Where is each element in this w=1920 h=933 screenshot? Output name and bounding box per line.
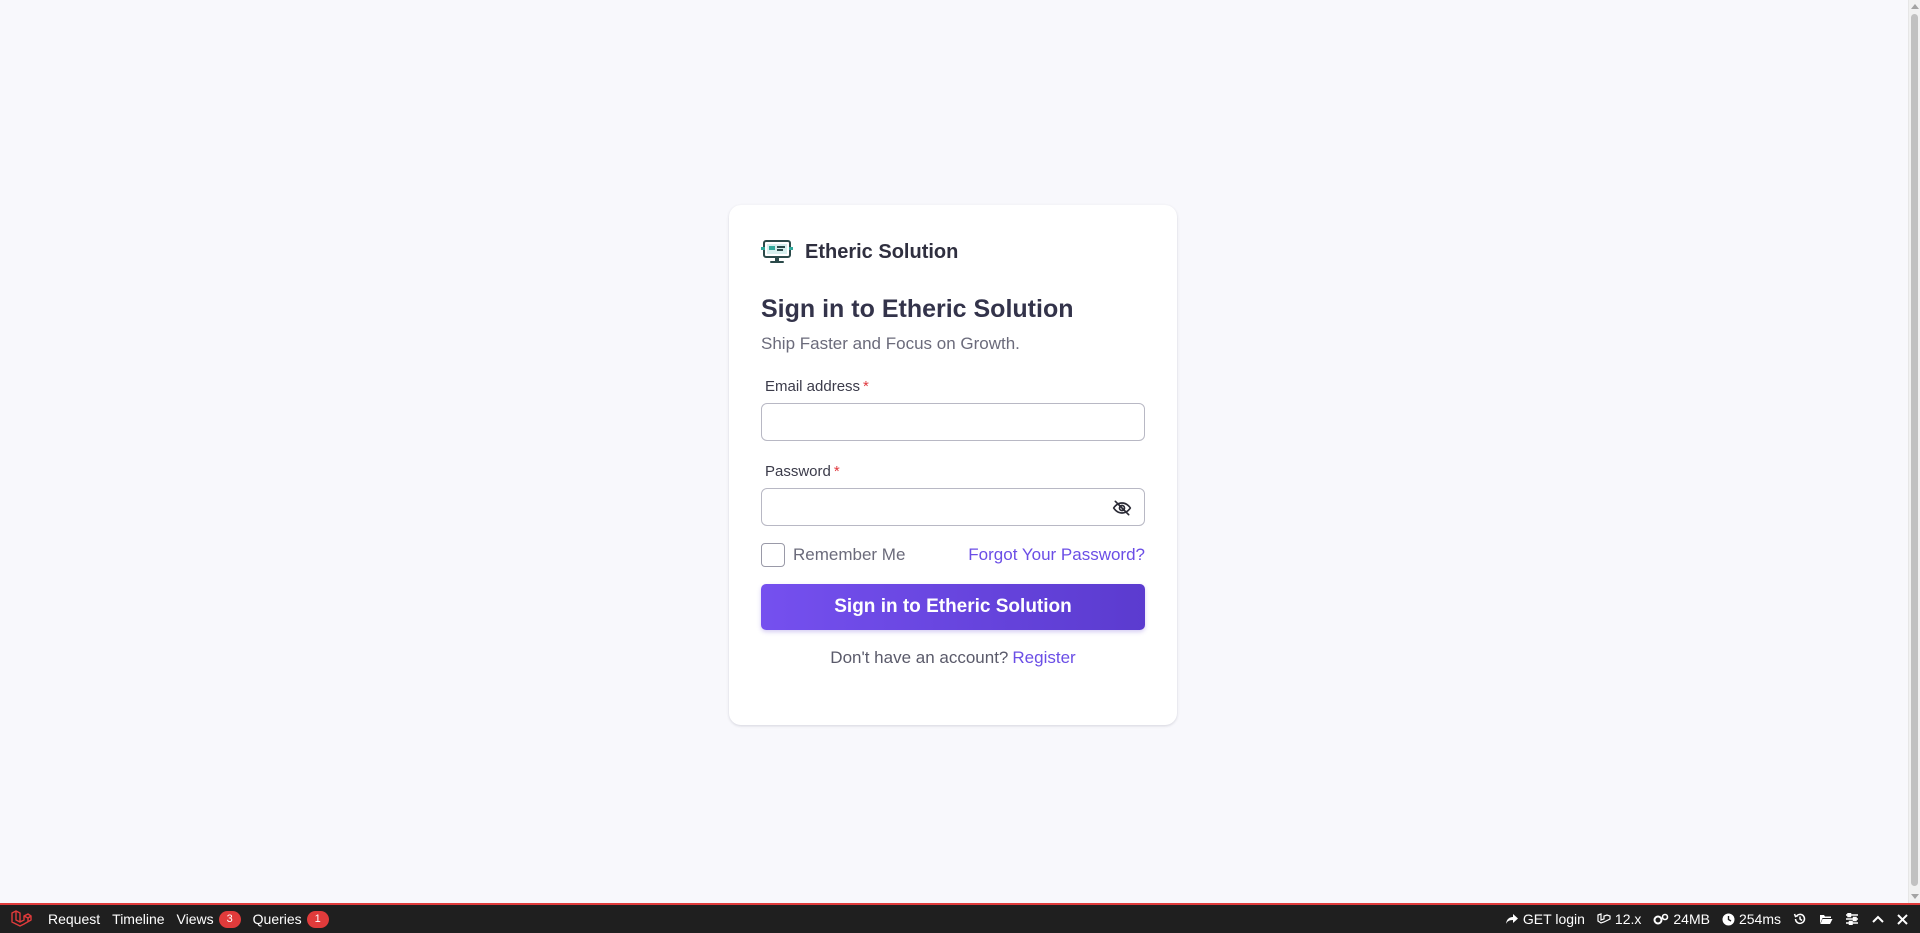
register-prompt-text: Don't have an account? (830, 648, 1009, 667)
history-button[interactable] (1787, 912, 1813, 926)
email-label-text: Email address (765, 378, 861, 395)
debug-tab-timeline[interactable]: Timeline (106, 905, 170, 933)
password-label: Password * (761, 463, 1145, 480)
page-title: Sign in to Etheric Solution (761, 295, 1074, 323)
debug-tab-queries[interactable]: Queries 1 (247, 905, 335, 933)
remember-me-label: Remember Me (793, 545, 906, 564)
memory-indicator[interactable]: 24MB (1647, 911, 1716, 927)
laravel-version-icon (1597, 913, 1611, 924)
version-indicator[interactable]: 12.x (1591, 911, 1647, 927)
register-link[interactable]: Register (1012, 648, 1075, 667)
debug-tab-label: Views (176, 911, 214, 927)
maximize-button[interactable] (1865, 914, 1891, 924)
remember-me-checkbox[interactable] (761, 543, 785, 567)
email-field[interactable] (762, 404, 1144, 440)
scroll-up-arrow-icon[interactable] (1911, 4, 1919, 9)
route-indicator[interactable]: GET login (1499, 911, 1591, 927)
remember-forgot-row: Remember Me Forgot Your Password? (761, 542, 1145, 568)
password-field-wrapper (761, 488, 1145, 526)
laravel-logo-icon[interactable] (10, 910, 32, 928)
time-text: 254ms (1738, 911, 1781, 927)
queries-count-badge: 1 (306, 910, 329, 928)
brand-name: Etheric Solution (805, 240, 959, 263)
clock-icon (1722, 913, 1735, 925)
forgot-password-link[interactable]: Forgot Your Password? (968, 545, 1145, 565)
email-label: Email address * (761, 378, 1145, 395)
history-icon (1793, 913, 1806, 925)
password-label-text: Password (765, 463, 831, 480)
debug-tab-views[interactable]: Views 3 (171, 905, 247, 933)
email-field-wrapper (761, 403, 1145, 441)
register-prompt: Don't have an account? Register (761, 648, 1145, 668)
debug-status-area: GET login 12.x 24MB 254ms (1499, 905, 1920, 933)
debug-bar: Request Timeline Views 3 Queries 1 GET log… (0, 903, 1920, 933)
chevron-up-icon (1872, 915, 1884, 923)
brand-header: Etheric Solution (761, 237, 1145, 267)
sliders-icon (1846, 913, 1858, 925)
scroll-down-arrow-icon[interactable] (1911, 894, 1919, 899)
share-arrow-icon (1505, 914, 1518, 924)
time-indicator[interactable]: 254ms (1716, 911, 1787, 927)
vertical-scrollbar[interactable] (1908, 0, 1920, 903)
remember-me[interactable]: Remember Me (761, 543, 905, 567)
eye-off-icon[interactable] (1112, 498, 1132, 518)
memory-text: 24MB (1673, 911, 1710, 927)
login-card: Etheric Solution Sign in to Etheric Solu… (729, 205, 1177, 725)
open-folder-button[interactable] (1813, 913, 1839, 925)
close-icon (1897, 913, 1908, 925)
route-text: GET login (1522, 911, 1585, 927)
folder-open-icon (1820, 915, 1833, 924)
debug-tab-label: Timeline (112, 911, 165, 927)
monitor-logo-icon (761, 240, 793, 263)
debug-tab-label: Queries (252, 911, 302, 927)
scrollbar-thumb[interactable] (1911, 14, 1918, 886)
version-text: 12.x (1614, 911, 1642, 927)
views-count-badge: 3 (218, 910, 241, 928)
sign-in-button[interactable]: Sign in to Etheric Solution (761, 584, 1145, 630)
password-field[interactable] (762, 489, 1144, 525)
page-subtitle: Ship Faster and Focus on Growth. (761, 334, 1020, 353)
settings-button[interactable] (1839, 913, 1865, 925)
required-asterisk: * (833, 463, 840, 480)
debug-tab-request[interactable]: Request (42, 905, 106, 933)
close-button[interactable] (1891, 913, 1920, 925)
debug-tab-label: Request (48, 911, 101, 927)
cogs-icon (1653, 913, 1669, 925)
required-asterisk: * (863, 378, 869, 395)
